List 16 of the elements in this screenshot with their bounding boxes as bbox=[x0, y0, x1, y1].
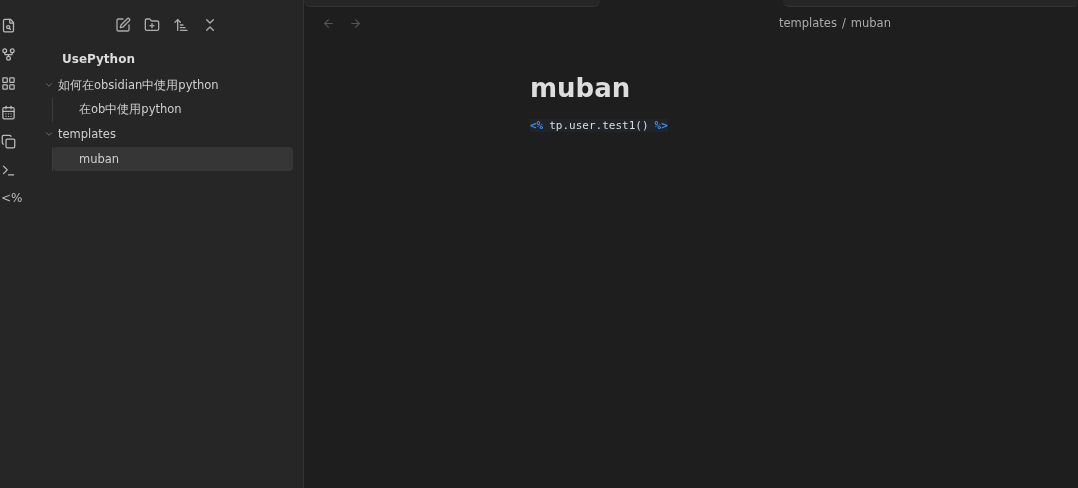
breadcrumb-item[interactable]: muban bbox=[850, 16, 891, 30]
breadcrumb-separator: / bbox=[841, 16, 846, 30]
new-folder-icon[interactable] bbox=[144, 17, 160, 33]
breadcrumb-item[interactable]: templates bbox=[779, 16, 837, 30]
template-close-tag: %> bbox=[654, 119, 668, 132]
new-note-icon[interactable] bbox=[115, 17, 131, 33]
tree-item[interactable]: muban bbox=[53, 146, 293, 171]
tree-item[interactable]: templates bbox=[40, 122, 293, 147]
sort-icon[interactable] bbox=[173, 17, 189, 33]
template-open-tag: <% bbox=[530, 119, 544, 132]
template-code: tp.user.test1() bbox=[549, 119, 649, 132]
vault-name: UsePython bbox=[61, 51, 136, 68]
tree-item[interactable]: 在ob中使用python bbox=[53, 97, 293, 122]
templater-icon[interactable]: <% bbox=[0, 191, 23, 205]
tree-item[interactable]: 如何在obsidian中使用python bbox=[40, 73, 293, 97]
note-title: muban bbox=[530, 73, 632, 103]
